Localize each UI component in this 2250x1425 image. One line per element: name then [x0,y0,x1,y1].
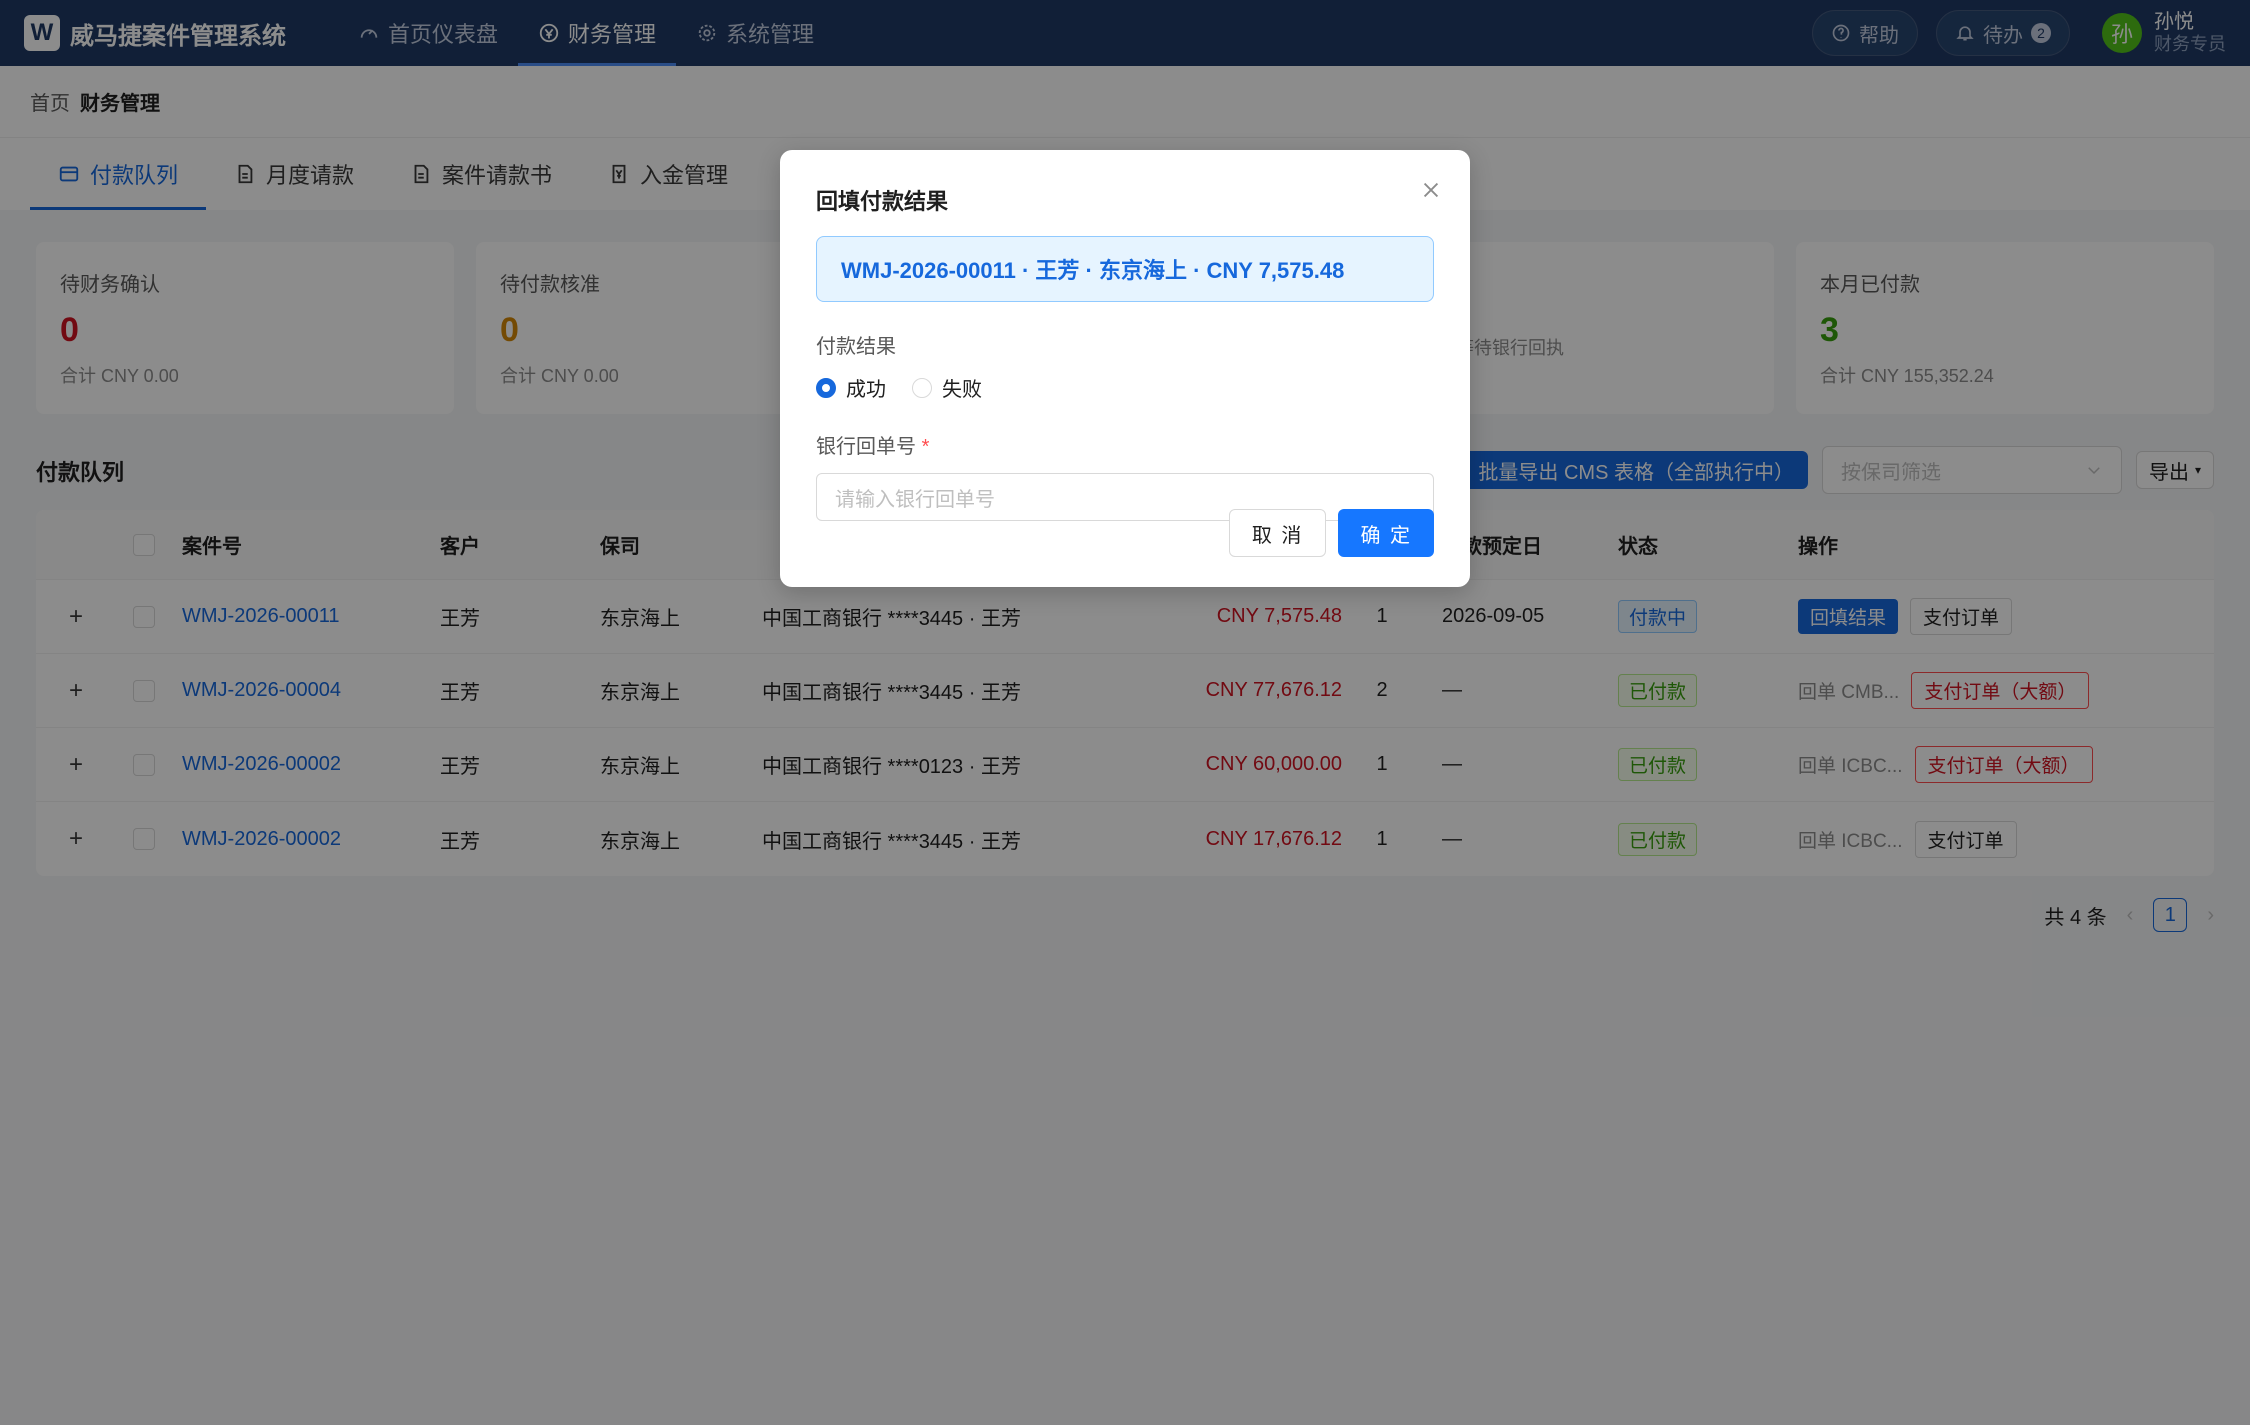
receipt-label: 银行回单号 * [816,430,1434,459]
radio-unchecked-icon [912,377,932,398]
result-radio-group: 成功 失败 [816,373,1434,402]
modal-title: 回填付款结果 [816,189,949,214]
receipt-label-text: 银行回单号 [816,436,916,458]
radio-checked-icon [816,377,836,398]
result-label: 付款结果 [816,336,896,358]
cancel-button[interactable]: 取 消 [1228,509,1327,557]
fill-result-modal: 回填付款结果 WMJ-2026-00011 · 王芳 · 东京海上 · CNY … [780,150,1470,587]
radio-label: 成功 [846,379,886,401]
radio-success[interactable]: 成功 [816,373,886,402]
close-icon[interactable] [1420,176,1442,208]
confirm-button[interactable]: 确 定 [1338,509,1434,557]
payment-info-banner: WMJ-2026-00011 · 王芳 · 东京海上 · CNY 7,575.4… [816,236,1434,302]
radio-fail[interactable]: 失败 [912,373,982,402]
radio-label: 失败 [942,379,982,401]
required-mark: * [921,436,930,458]
